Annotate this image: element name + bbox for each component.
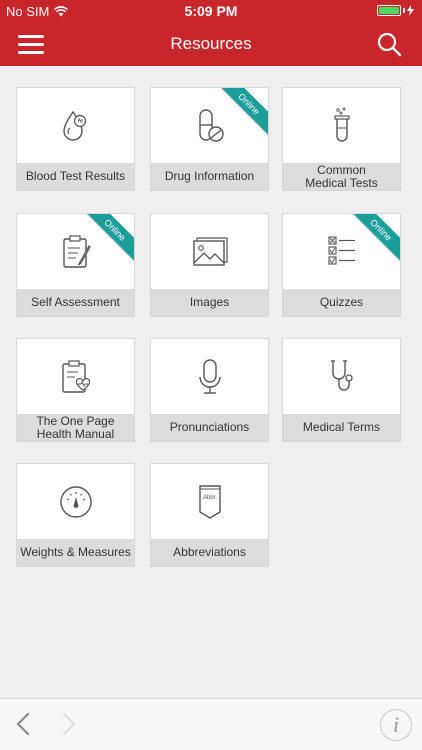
tile-label: Pronunciations: [151, 414, 268, 441]
tile-label: Self Assessment: [17, 289, 134, 316]
tile-medical-terms[interactable]: Medical Terms: [282, 338, 401, 442]
tile-label: Weights & Measures: [17, 539, 134, 566]
bottom-toolbar: i: [0, 698, 422, 750]
nav-bar: Resources: [0, 22, 422, 66]
tile-label: Blood Test Results: [17, 163, 134, 190]
tile-quizzes[interactable]: Online Quizzes: [282, 213, 401, 317]
info-button[interactable]: i: [380, 709, 412, 741]
tile-drug-information[interactable]: Online Drug Information: [150, 87, 269, 191]
status-time: 5:09 PM: [184, 3, 238, 19]
stethoscope-icon: [283, 357, 400, 397]
tile-one-page-health-manual[interactable]: The One Page Health Manual: [16, 338, 135, 442]
abbr-tag-icon: Abbr.: [151, 482, 268, 522]
tile-label: Quizzes: [283, 289, 400, 316]
tile-weights-measures[interactable]: Weights & Measures: [16, 463, 135, 567]
tile-pronunciations[interactable]: Pronunciations: [150, 338, 269, 442]
tile-abbreviations[interactable]: Abbr. Abbreviations: [150, 463, 269, 567]
charging-icon: [407, 5, 414, 16]
tile-label: Common Medical Tests: [283, 163, 400, 190]
tile-self-assessment[interactable]: Online Self Assessment: [16, 213, 135, 317]
back-chevron-icon[interactable]: [12, 711, 36, 737]
tile-blood-test-results[interactable]: Blood Test Results: [16, 87, 135, 191]
battery-icon: [377, 5, 414, 16]
page-title: Resources: [170, 34, 252, 53]
test-tube-icon: [283, 106, 400, 146]
images-icon: [151, 232, 268, 272]
clipboard-heart-icon: [17, 357, 134, 397]
tile-label: The One Page Health Manual: [17, 414, 134, 441]
microphone-icon: [151, 357, 268, 397]
tile-label: Images: [151, 289, 268, 316]
svg-text:Abbr.: Abbr.: [202, 495, 216, 501]
tile-label: Abbreviations: [151, 539, 268, 566]
tile-label: Medical Terms: [283, 414, 400, 441]
tile-common-medical-tests[interactable]: Common Medical Tests: [282, 87, 401, 191]
tile-images[interactable]: Images: [150, 213, 269, 317]
blood-drop-icon: [17, 106, 134, 146]
search-icon[interactable]: [376, 31, 402, 57]
forward-chevron-icon[interactable]: [56, 711, 80, 737]
status-bar: No SIM 5:09 PM: [0, 0, 422, 22]
tile-label: Drug Information: [151, 163, 268, 190]
gauge-icon: [17, 482, 134, 522]
